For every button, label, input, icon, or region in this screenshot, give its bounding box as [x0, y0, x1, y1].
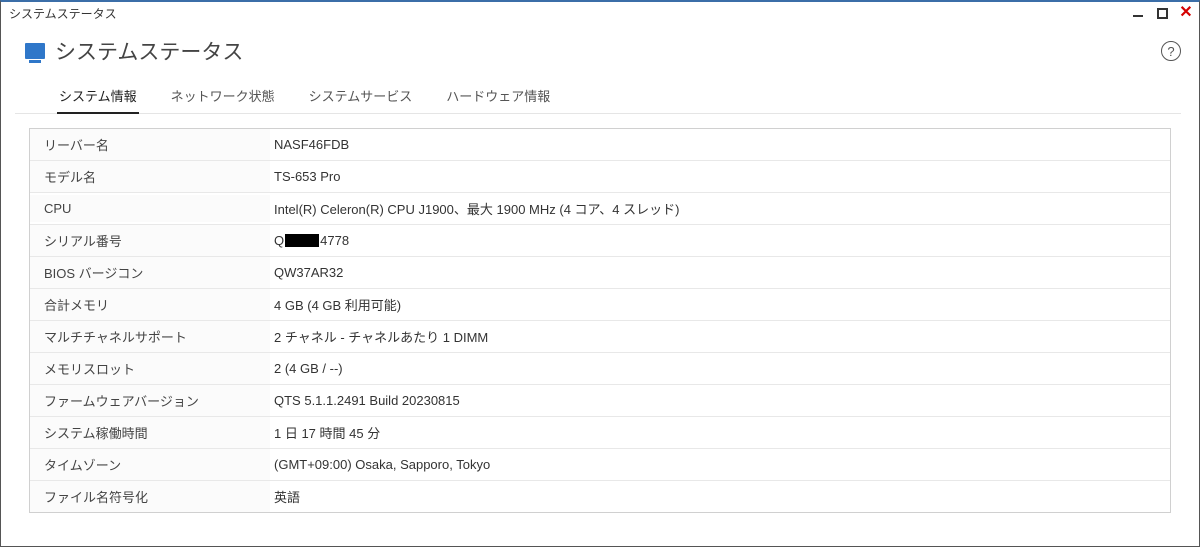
row-label: 合計メモリ [30, 289, 270, 320]
tab-system-info[interactable]: システム情報 [57, 82, 139, 113]
tab-hardware-info[interactable]: ハードウェア情報 [444, 82, 552, 113]
row-label: メモリスロット [30, 353, 270, 384]
row-label: ファイル名符号化 [30, 481, 270, 512]
page-title: システムステータス [55, 36, 243, 66]
row-value: QTS 5.1.1.2491 Build 20230815 [270, 387, 1170, 414]
row-label: シリアル番号 [30, 225, 270, 256]
row-value: Q 4778 [270, 227, 1170, 254]
row-memory: 合計メモリ 4 GB (4 GB 利用可能) [30, 289, 1170, 321]
window-controls: ✕ [1131, 6, 1193, 20]
row-value: TS-653 Pro [270, 163, 1170, 190]
redaction-mask [285, 234, 319, 247]
row-firmware: ファームウェアバージョン QTS 5.1.1.2491 Build 202308… [30, 385, 1170, 417]
serial-suffix: 4778 [320, 233, 349, 248]
row-value: 2 (4 GB / --) [270, 355, 1170, 382]
row-label: システム稼働時間 [30, 417, 270, 448]
page-header: システムステータス ? [1, 24, 1199, 72]
row-value: 英語 [270, 481, 1170, 512]
row-label: マルチチャネルサポート [30, 321, 270, 352]
tab-system-service[interactable]: システムサービス [307, 82, 415, 113]
row-memory-slot: メモリスロット 2 (4 GB / --) [30, 353, 1170, 385]
row-serial: シリアル番号 Q 4778 [30, 225, 1170, 257]
system-status-icon [25, 43, 45, 59]
content: リーバー名 NASF46FDB モデル名 TS-653 Pro CPU Inte… [1, 114, 1199, 513]
row-cpu: CPU Intel(R) Celeron(R) CPU J1900、最大 190… [30, 193, 1170, 225]
row-encoding: ファイル名符号化 英語 [30, 481, 1170, 512]
row-value: QW37AR32 [270, 259, 1170, 286]
row-value: NASF46FDB [270, 131, 1170, 158]
window-title: システムステータス [9, 5, 117, 22]
row-model-name: モデル名 TS-653 Pro [30, 161, 1170, 193]
row-multichannel: マルチチャネルサポート 2 チャネル - チャネルあたり 1 DIMM [30, 321, 1170, 353]
tabs: システム情報 ネットワーク状態 システムサービス ハードウェア情報 [15, 72, 1181, 114]
maximize-button[interactable] [1155, 6, 1169, 20]
row-label: CPU [30, 195, 270, 222]
tab-network-status[interactable]: ネットワーク状態 [169, 82, 277, 113]
row-label: タイムゾーン [30, 449, 270, 480]
minimize-button[interactable] [1131, 6, 1145, 20]
row-uptime: システム稼働時間 1 日 17 時間 45 分 [30, 417, 1170, 449]
row-label: ファームウェアバージョン [30, 385, 270, 416]
row-label: モデル名 [30, 161, 270, 192]
row-bios: BIOS バージコン QW37AR32 [30, 257, 1170, 289]
row-server-name: リーバー名 NASF46FDB [30, 129, 1170, 161]
system-info-panel: リーバー名 NASF46FDB モデル名 TS-653 Pro CPU Inte… [29, 128, 1171, 513]
titlebar[interactable]: システムステータス ✕ [1, 2, 1199, 24]
row-value: 4 GB (4 GB 利用可能) [270, 289, 1170, 320]
row-label: リーバー名 [30, 129, 270, 160]
help-icon[interactable]: ? [1161, 41, 1181, 61]
serial-prefix: Q [274, 233, 284, 248]
row-value: (GMT+09:00) Osaka, Sapporo, Tokyo [270, 451, 1170, 478]
row-value: 1 日 17 時間 45 分 [270, 417, 1170, 448]
row-value: Intel(R) Celeron(R) CPU J1900、最大 1900 MH… [270, 193, 1170, 224]
row-timezone: タイムゾーン (GMT+09:00) Osaka, Sapporo, Tokyo [30, 449, 1170, 481]
row-label: BIOS バージコン [30, 257, 270, 288]
row-value: 2 チャネル - チャネルあたり 1 DIMM [270, 321, 1170, 352]
close-button[interactable]: ✕ [1179, 6, 1193, 20]
